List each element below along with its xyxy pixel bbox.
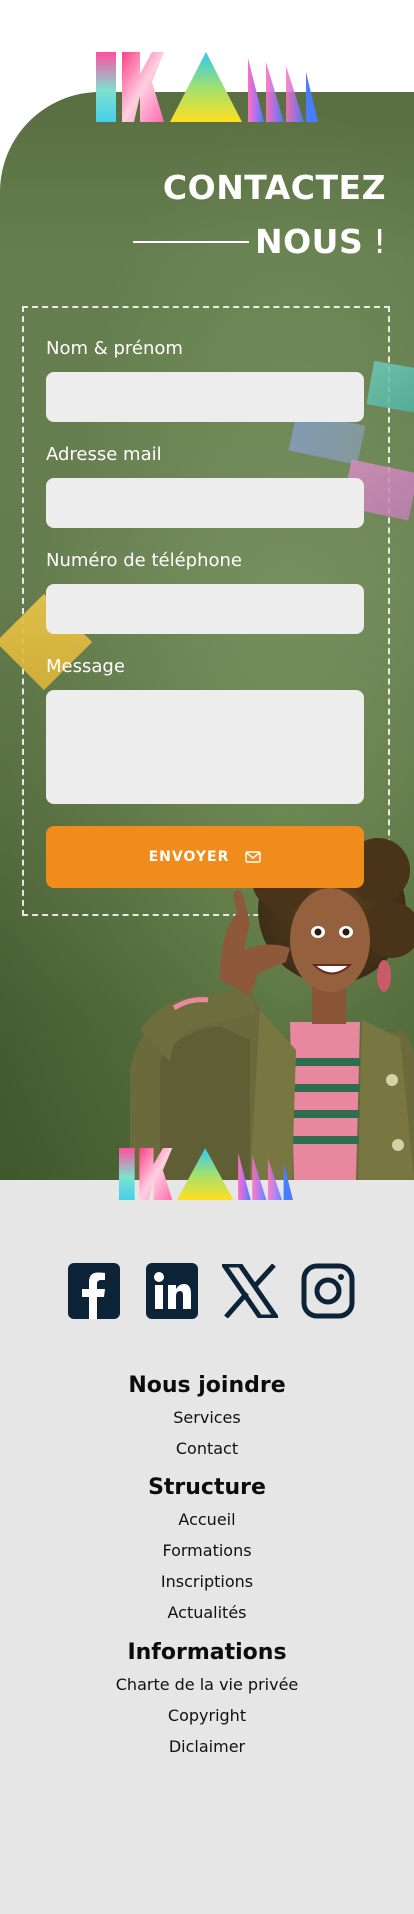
footer-section-contact: Nous joindre Services Contact	[0, 1370, 414, 1464]
footer-link-privacy[interactable]: Charte de la vie privée	[0, 1669, 414, 1700]
instagram-icon	[301, 1263, 355, 1319]
footer-link-inscriptions[interactable]: Inscriptions	[0, 1566, 414, 1597]
footer-section-structure: Structure Accueil Formations Inscription…	[0, 1472, 414, 1628]
email-label: Adresse mail	[46, 444, 162, 465]
footer-section-informations: Informations Charte de la vie privée Cop…	[0, 1637, 414, 1762]
footer-link-accueil[interactable]: Accueil	[0, 1504, 414, 1535]
email-input[interactable]	[46, 478, 364, 528]
footer-link-disclaimer[interactable]: Diclaimer	[0, 1731, 414, 1762]
x-link[interactable]	[222, 1262, 278, 1320]
teal-square-decoration	[366, 360, 414, 414]
brand-logo[interactable]	[96, 52, 318, 122]
footer-link-copyright[interactable]: Copyright	[0, 1700, 414, 1731]
footer-link-actualites[interactable]: Actualités	[0, 1597, 414, 1628]
instagram-link[interactable]	[300, 1262, 356, 1320]
mail-icon	[245, 851, 262, 863]
footer-heading-contact: Nous joindre	[128, 1373, 286, 1398]
page-title-line1: CONTACTEZ	[162, 168, 386, 207]
linkedin-icon	[146, 1263, 198, 1319]
footer-link-formations[interactable]: Formations	[0, 1535, 414, 1566]
footer-link-contact[interactable]: Contact	[0, 1433, 414, 1464]
send-button[interactable]: ENVOYER	[46, 826, 364, 888]
x-icon	[222, 1264, 278, 1318]
footer-heading-informations: Informations	[127, 1640, 287, 1665]
name-input[interactable]	[46, 372, 364, 422]
title-exclamation: !	[373, 222, 387, 261]
linkedin-link[interactable]	[144, 1262, 200, 1320]
message-label: Message	[46, 656, 125, 677]
phone-label: Numéro de téléphone	[46, 550, 242, 571]
title-underline	[133, 241, 249, 243]
facebook-icon	[68, 1263, 120, 1319]
page-title-line2: NOUS	[255, 222, 364, 261]
name-label: Nom & prénom	[46, 338, 183, 359]
footer-brand-logo[interactable]	[119, 1148, 293, 1200]
footer-heading-structure: Structure	[148, 1475, 266, 1500]
message-textarea[interactable]	[46, 690, 364, 804]
footer-link-services[interactable]: Services	[0, 1402, 414, 1433]
social-links	[66, 1262, 356, 1320]
send-button-label: ENVOYER	[148, 849, 230, 865]
facebook-link[interactable]	[66, 1262, 122, 1320]
phone-input[interactable]	[46, 584, 364, 634]
